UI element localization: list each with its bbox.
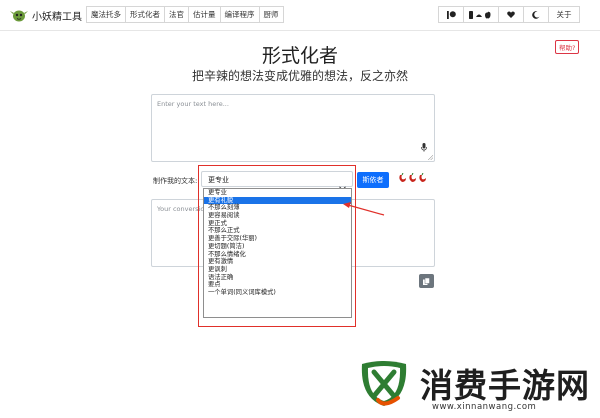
watermark-url: www.xinnanwang.com — [432, 402, 537, 412]
watermark-text: 消费手游网 — [420, 366, 590, 405]
nav-right-buttons: 关于 — [438, 6, 580, 23]
dropdown-option[interactable]: 更有激情 — [204, 258, 351, 266]
make-text-label: 制作我的文本: — [153, 177, 198, 185]
platforms-icon — [469, 10, 491, 19]
dropdown-option[interactable]: 不那么刻薄 — [204, 204, 351, 212]
goblin-logo-icon — [10, 7, 28, 23]
spiciness-level[interactable] — [398, 173, 428, 183]
tone-select-value: 更专业 — [208, 176, 229, 184]
chili-pepper-icon — [419, 173, 426, 182]
tone-options-list[interactable]: 更专业 更有礼貌 不那么刻薄 更容易阅读 更正式 不那么正式 更善于交际(华丽)… — [203, 188, 352, 318]
convert-button[interactable]: 斯依者 — [357, 172, 389, 188]
chili-pepper-icon — [399, 173, 406, 182]
brand[interactable]: 小妖精工具 — [10, 6, 82, 24]
nav-link-chef[interactable]: 厨师 — [258, 6, 284, 23]
dropdown-option[interactable]: 更容易阅读 — [204, 212, 351, 220]
dropdown-option[interactable]: 要点 — [204, 281, 351, 289]
chili-pepper-icon — [409, 173, 416, 182]
dropdown-option[interactable]: 一个单词(同义词库模式) — [204, 289, 351, 297]
copy-button[interactable] — [419, 274, 434, 288]
nav-link-magic-todo[interactable]: 魔法托多 — [86, 6, 126, 23]
tone-select[interactable]: 更专业 — [201, 171, 353, 191]
about-button[interactable]: 关于 — [548, 6, 580, 23]
microphone-icon[interactable] — [421, 137, 427, 156]
input-placeholder: Enter your text here... — [157, 100, 229, 108]
nav-links: 魔法托多 形式化者 法官 估计量 编译程序 厨师 — [86, 6, 284, 23]
annotation-arrow-icon — [343, 202, 385, 216]
nav-link-compiler[interactable]: 编译程序 — [219, 6, 260, 23]
nav-link-judge[interactable]: 法官 — [164, 6, 189, 23]
dropdown-option[interactable]: 更善于交际(华丽) — [204, 235, 351, 243]
page-title: 形式化者 — [261, 45, 338, 67]
brand-name: 小妖精工具 — [32, 11, 82, 23]
dropdown-option[interactable]: 更专业 — [204, 189, 351, 197]
resize-grip[interactable] — [428, 155, 433, 160]
output-placeholder: Your conversion — [157, 205, 209, 213]
copy-icon — [423, 277, 430, 285]
dropdown-option[interactable]: 更切题(简洁) — [204, 243, 351, 251]
dropdown-option[interactable]: 更讽刺 — [204, 266, 351, 274]
dark-mode-button[interactable] — [523, 6, 549, 23]
platforms-button[interactable] — [463, 6, 499, 23]
top-navbar: 小妖精工具 魔法托多 形式化者 法官 估计量 编译程序 厨师 关于 — [0, 0, 600, 31]
patreon-button[interactable] — [438, 6, 464, 23]
page-subtitle: 把辛辣的想法变成优雅的想法，反之亦然 — [191, 69, 408, 83]
dropdown-option[interactable]: 语法正确 — [204, 274, 351, 282]
favorite-button[interactable] — [498, 6, 524, 23]
heart-icon — [507, 11, 515, 18]
nav-link-formalizer[interactable]: 形式化者 — [125, 6, 165, 23]
dropdown-option[interactable]: 不那么正式 — [204, 227, 351, 235]
patreon-icon — [446, 10, 456, 19]
nav-link-estimator[interactable]: 估计量 — [188, 6, 221, 23]
watermark-logo-icon — [361, 361, 407, 406]
moon-icon — [532, 10, 540, 19]
input-textarea[interactable]: Enter your text here... — [151, 94, 435, 162]
